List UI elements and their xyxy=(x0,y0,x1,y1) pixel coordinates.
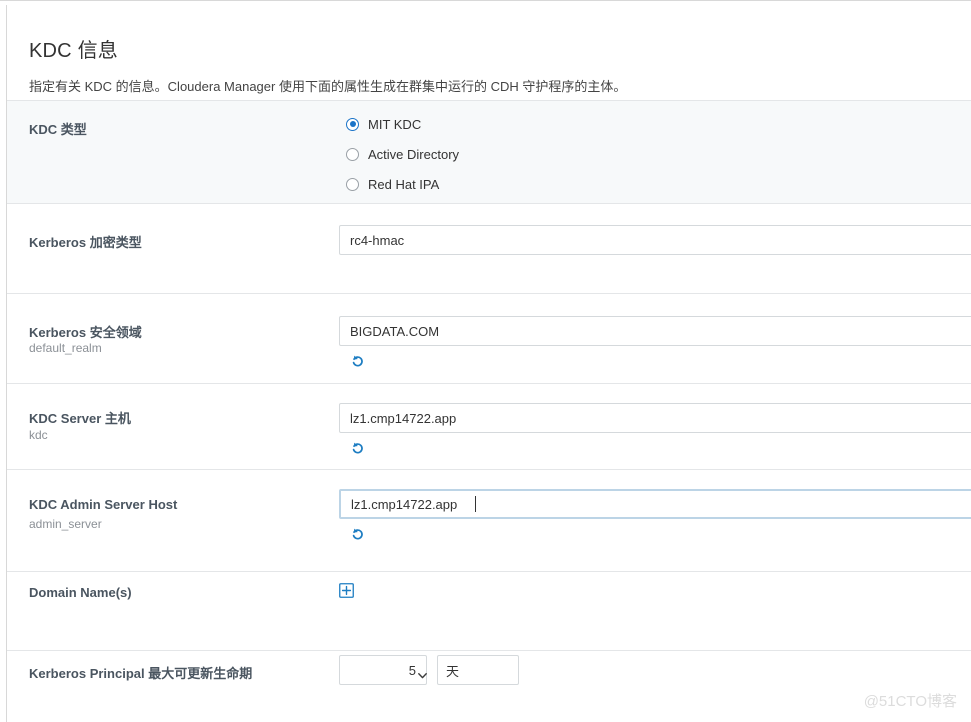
max-renew-life-input[interactable] xyxy=(339,655,427,685)
kdc-type-label: KDC 类型 xyxy=(29,122,87,137)
encryption-types-label: Kerberos 加密类型 xyxy=(29,235,142,250)
undo-icon[interactable] xyxy=(351,527,365,541)
kdc-admin-server-host-sublabel: admin_server xyxy=(29,517,102,531)
radio-option-label: MIT KDC xyxy=(368,116,422,132)
max-renew-life-unit-select[interactable] xyxy=(437,655,519,685)
form-content: KDC 信息 指定有关 KDC 的信息。Cloudera Manager 使用下… xyxy=(7,5,971,722)
realm-sublabel: default_realm xyxy=(29,341,102,355)
radio-option-active-directory[interactable]: Active Directory xyxy=(346,145,459,163)
kdc-info-page: KDC 信息 指定有关 KDC 的信息。Cloudera Manager 使用下… xyxy=(0,0,971,722)
radio-option-red-hat-ipa[interactable]: Red Hat IPA xyxy=(346,175,439,193)
text-cursor xyxy=(475,496,476,512)
kdc-admin-server-host-input[interactable] xyxy=(339,489,971,519)
realm-input[interactable] xyxy=(339,316,971,346)
form-row-encryption-types: Kerberos 加密类型 xyxy=(7,203,971,293)
form-row-max-renew-life: Kerberos Principal 最大可更新生命期 xyxy=(7,650,971,722)
radio-mit-kdc-icon[interactable] xyxy=(346,117,359,131)
kdc-server-host-input[interactable] xyxy=(339,403,971,433)
realm-label: Kerberos 安全领域 xyxy=(29,325,142,340)
undo-icon[interactable] xyxy=(351,441,365,455)
kdc-admin-server-host-label: KDC Admin Server Host xyxy=(29,497,178,512)
domain-names-label: Domain Name(s) xyxy=(29,585,132,600)
radio-option-label: Active Directory xyxy=(368,146,460,162)
undo-icon[interactable] xyxy=(351,354,365,368)
form-row-realm: Kerberos 安全领域 default_realm xyxy=(7,293,971,383)
radio-option-label: Red Hat IPA xyxy=(368,176,440,192)
radio-red-hat-ipa-icon[interactable] xyxy=(346,177,359,191)
plus-square-icon[interactable] xyxy=(339,583,354,598)
encryption-types-input[interactable] xyxy=(339,225,971,255)
page-description: 指定有关 KDC 的信息。Cloudera Manager 使用下面的属性生成在… xyxy=(29,79,627,94)
form-row-kdc-admin-server-host: KDC Admin Server Host admin_server xyxy=(7,469,971,571)
watermark: @51CTO博客 xyxy=(863,693,957,710)
form-row-domain-names: Domain Name(s) xyxy=(7,571,971,650)
form-row-kdc-type: KDC 类型 MIT KDC Active Directory Red Hat … xyxy=(7,100,971,203)
kdc-server-host-sublabel: kdc xyxy=(29,428,48,442)
form-row-kdc-server-host: KDC Server 主机 kdc xyxy=(7,383,971,469)
radio-option-mit-kdc[interactable]: MIT KDC xyxy=(346,115,421,133)
radio-active-directory-icon[interactable] xyxy=(346,147,359,161)
page-title: KDC 信息 xyxy=(29,40,118,62)
max-renew-life-label: Kerberos Principal 最大可更新生命期 xyxy=(29,666,253,681)
kdc-server-host-label: KDC Server 主机 xyxy=(29,411,131,426)
